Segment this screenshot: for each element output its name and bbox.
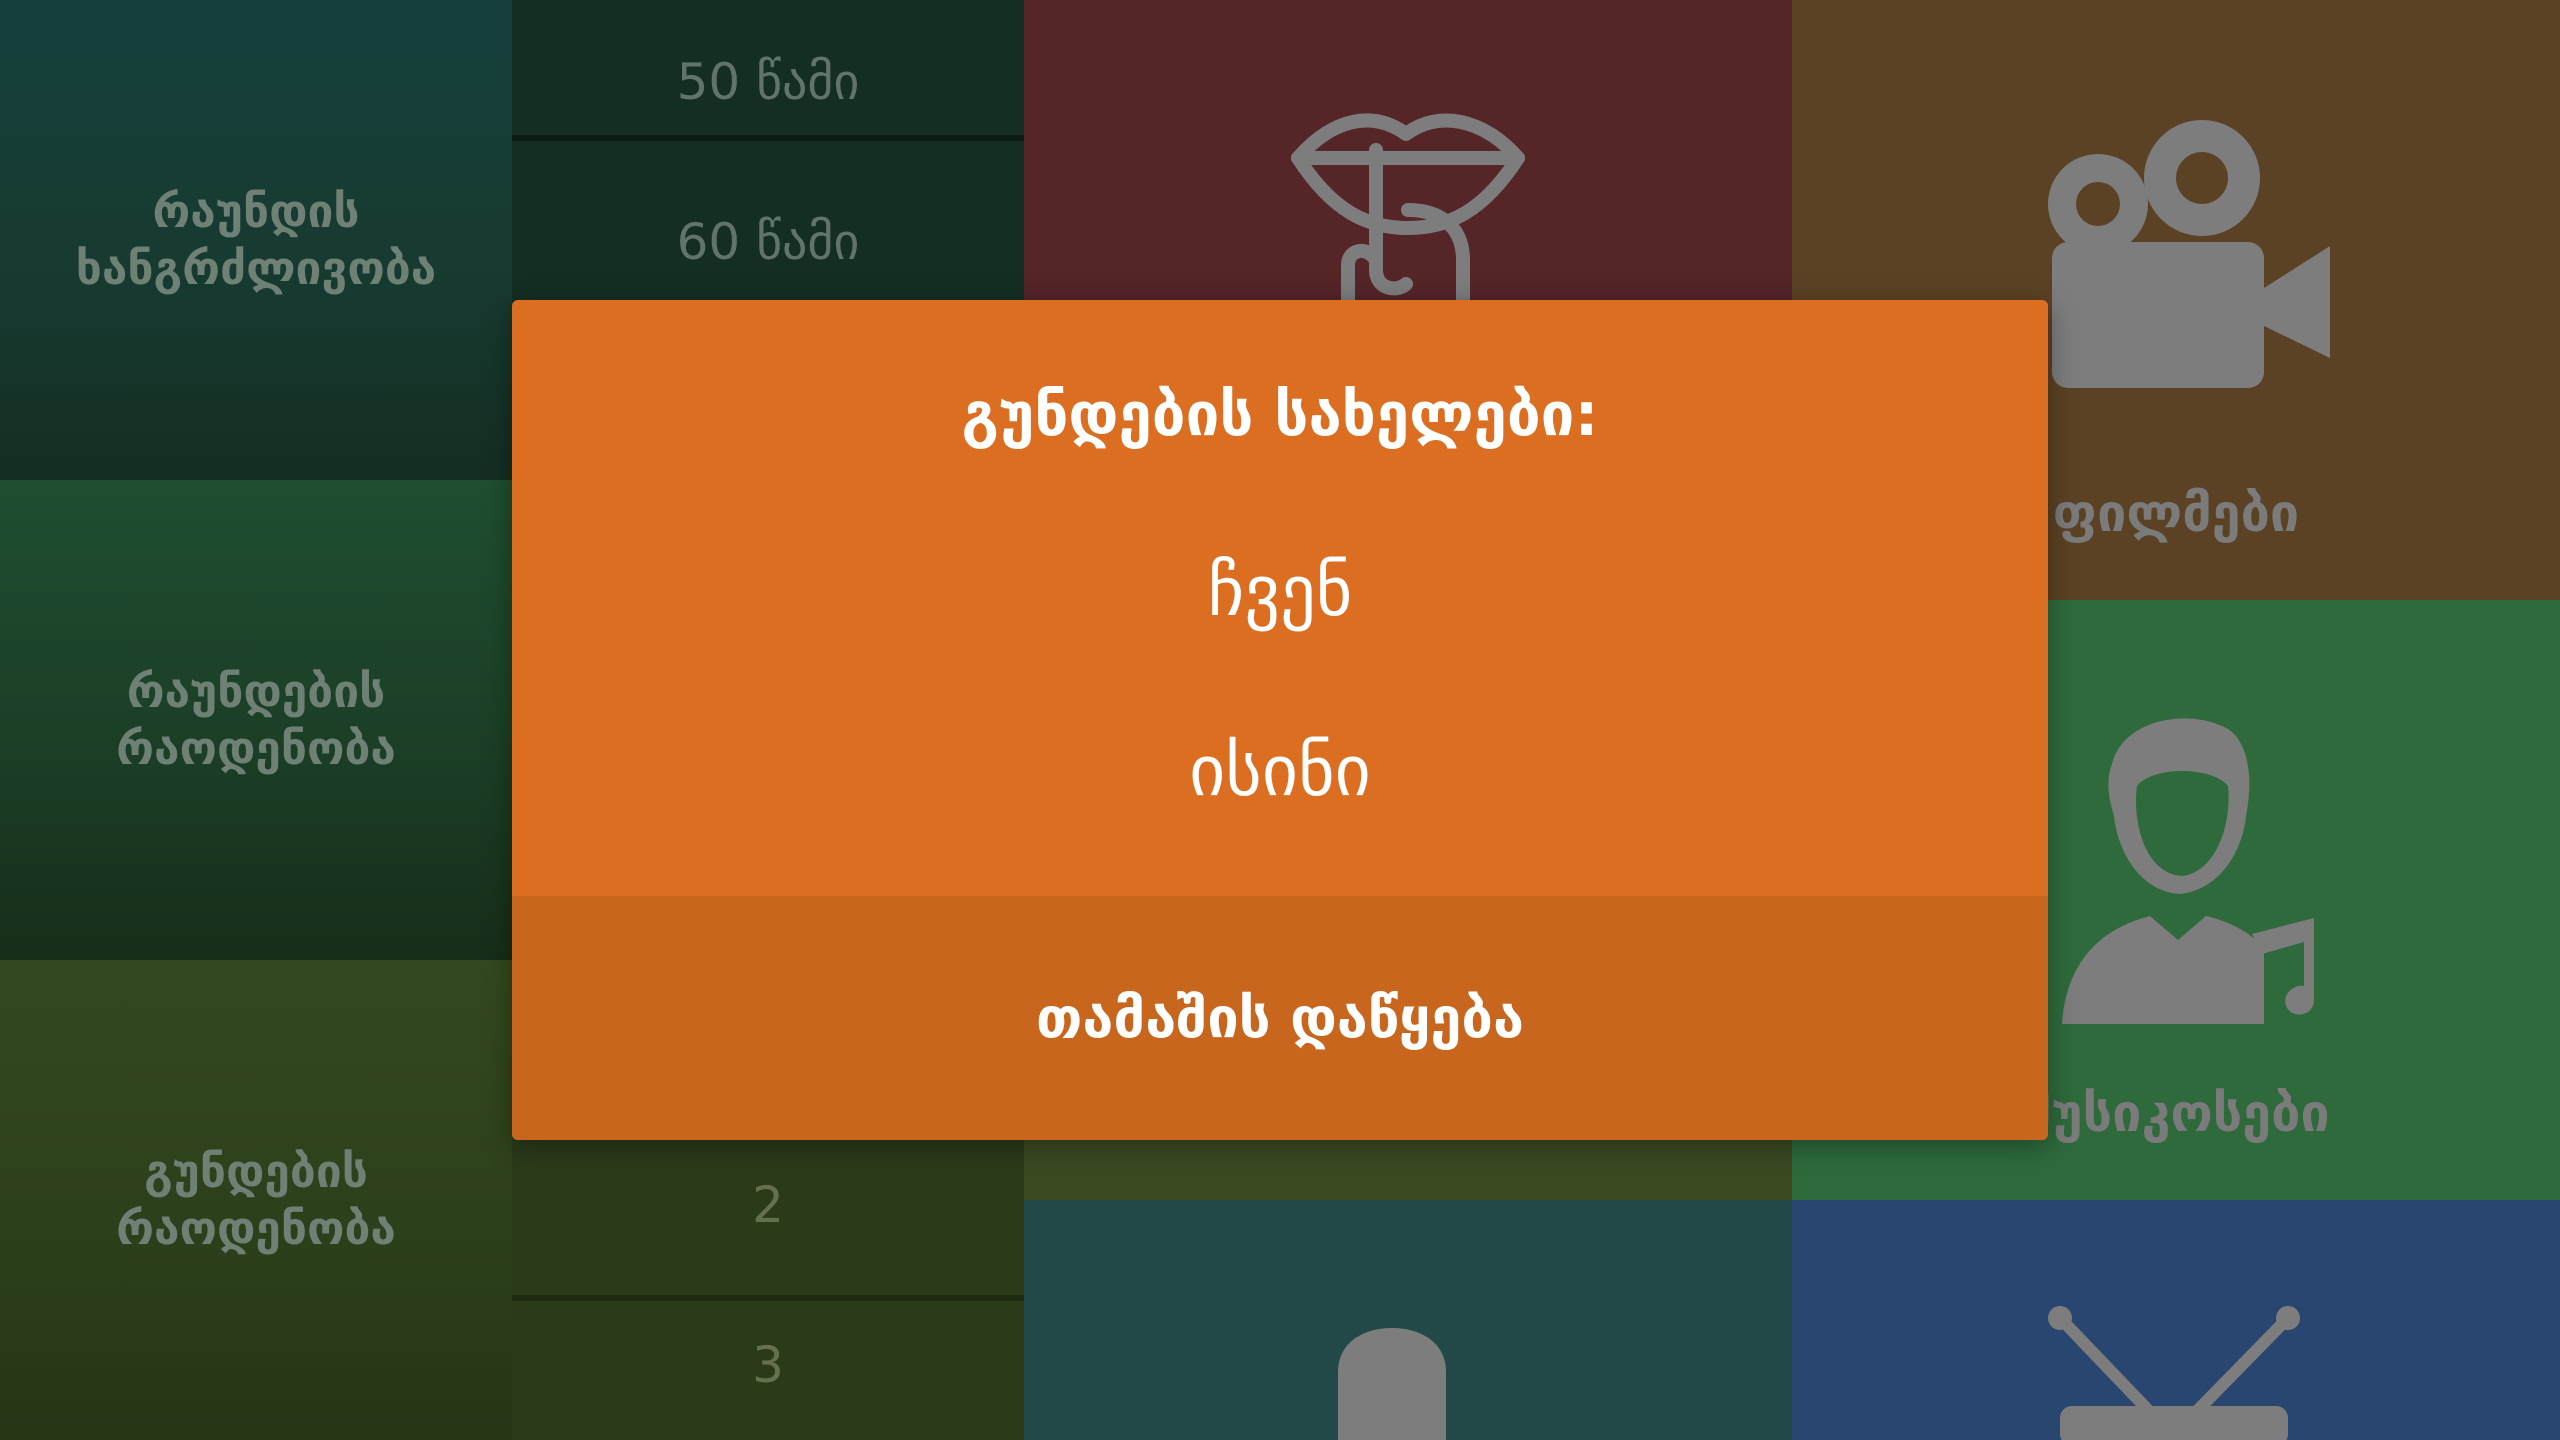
- silence-lips-icon: [1291, 113, 1525, 300]
- person-icon: [1338, 1328, 1446, 1440]
- picker-option-3[interactable]: 3: [512, 1290, 1024, 1440]
- setting-round-count: რაუნდების რაოდენობა: [0, 480, 512, 960]
- musician-icon: [2062, 718, 2314, 1024]
- picker-divider: [512, 135, 1024, 141]
- category-tile-tv[interactable]: [1792, 1200, 2560, 1440]
- game-settings-screen: რაუნდის ხანგრძლივობა რაუნდების რაოდენობა…: [0, 0, 2560, 1440]
- tv-icon: [2048, 1306, 2300, 1440]
- setting-label: გუნდების რაოდენობა: [116, 1144, 396, 1255]
- round-duration-picker[interactable]: 50 წამი 60 წამი: [512, 0, 1024, 300]
- team-count-picker[interactable]: 2 3: [512, 1130, 1024, 1440]
- start-game-button[interactable]: თამაშის დაწყება: [512, 896, 2048, 1140]
- picker-option-2[interactable]: 2: [512, 1130, 1024, 1280]
- setting-team-count: გუნდების რაოდენობა: [0, 960, 512, 1440]
- movie-camera-icon: [2048, 120, 2330, 388]
- setting-label: რაუნდების რაოდენობა: [116, 664, 396, 775]
- setting-label: რაუნდის ხანგრძლივობა: [75, 184, 437, 295]
- team-name-field-2[interactable]: ისინი: [512, 730, 2048, 812]
- dialog-title: გუნდების სახელები:: [961, 380, 1599, 450]
- team-name-field-1[interactable]: ჩვენ: [512, 550, 2048, 632]
- category-tile-person[interactable]: [1024, 1200, 1792, 1440]
- team-names-dialog: გუნდების სახელები: ჩვენ ისინი თამაშის და…: [512, 300, 2048, 1140]
- picker-option-60[interactable]: 60 წამი: [512, 167, 1024, 317]
- setting-round-duration: რაუნდის ხანგრძლივობა: [0, 0, 512, 480]
